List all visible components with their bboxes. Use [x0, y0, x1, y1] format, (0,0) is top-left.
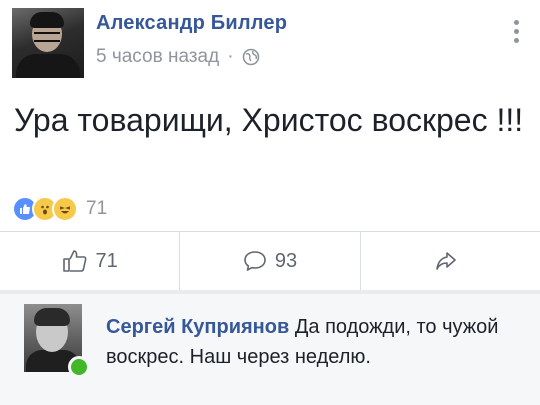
more-icon[interactable] — [514, 20, 520, 46]
post-text: Ура товарищи, Христос воскрес !!! — [14, 102, 524, 138]
share-button[interactable] — [361, 232, 540, 290]
share-icon — [436, 252, 457, 270]
action-bar: 71 93 — [0, 232, 540, 290]
online-status-icon — [68, 356, 90, 378]
like-count: 71 — [95, 249, 118, 272]
globe-icon — [242, 48, 259, 66]
comment-button[interactable]: 93 — [180, 232, 361, 290]
author-name[interactable]: Александр Биллер — [96, 12, 287, 35]
like-button[interactable]: 71 — [0, 232, 181, 290]
post-time[interactable]: 5 часов назад — [96, 46, 219, 68]
author-avatar[interactable] — [12, 8, 84, 78]
reaction-count: 71 — [86, 198, 108, 219]
reactions-summary[interactable]: 71 — [12, 196, 107, 222]
comment-item: Сергей Куприянов Да подожди, то чужой во… — [0, 294, 540, 405]
haha-reaction-icon — [52, 196, 78, 222]
comment-body: Сергей Куприянов Да подожди, то чужой во… — [106, 312, 526, 372]
meta-separator: · — [227, 46, 234, 67]
comment-icon — [244, 251, 266, 271]
post-meta: 5 часов назад · — [96, 46, 260, 68]
like-icon — [62, 250, 86, 272]
commenter-name[interactable]: Сергей Куприянов — [106, 316, 289, 338]
comment-count: 93 — [274, 249, 298, 272]
post-card: Александр Биллер 5 часов назад · Ура тов… — [0, 0, 540, 295]
